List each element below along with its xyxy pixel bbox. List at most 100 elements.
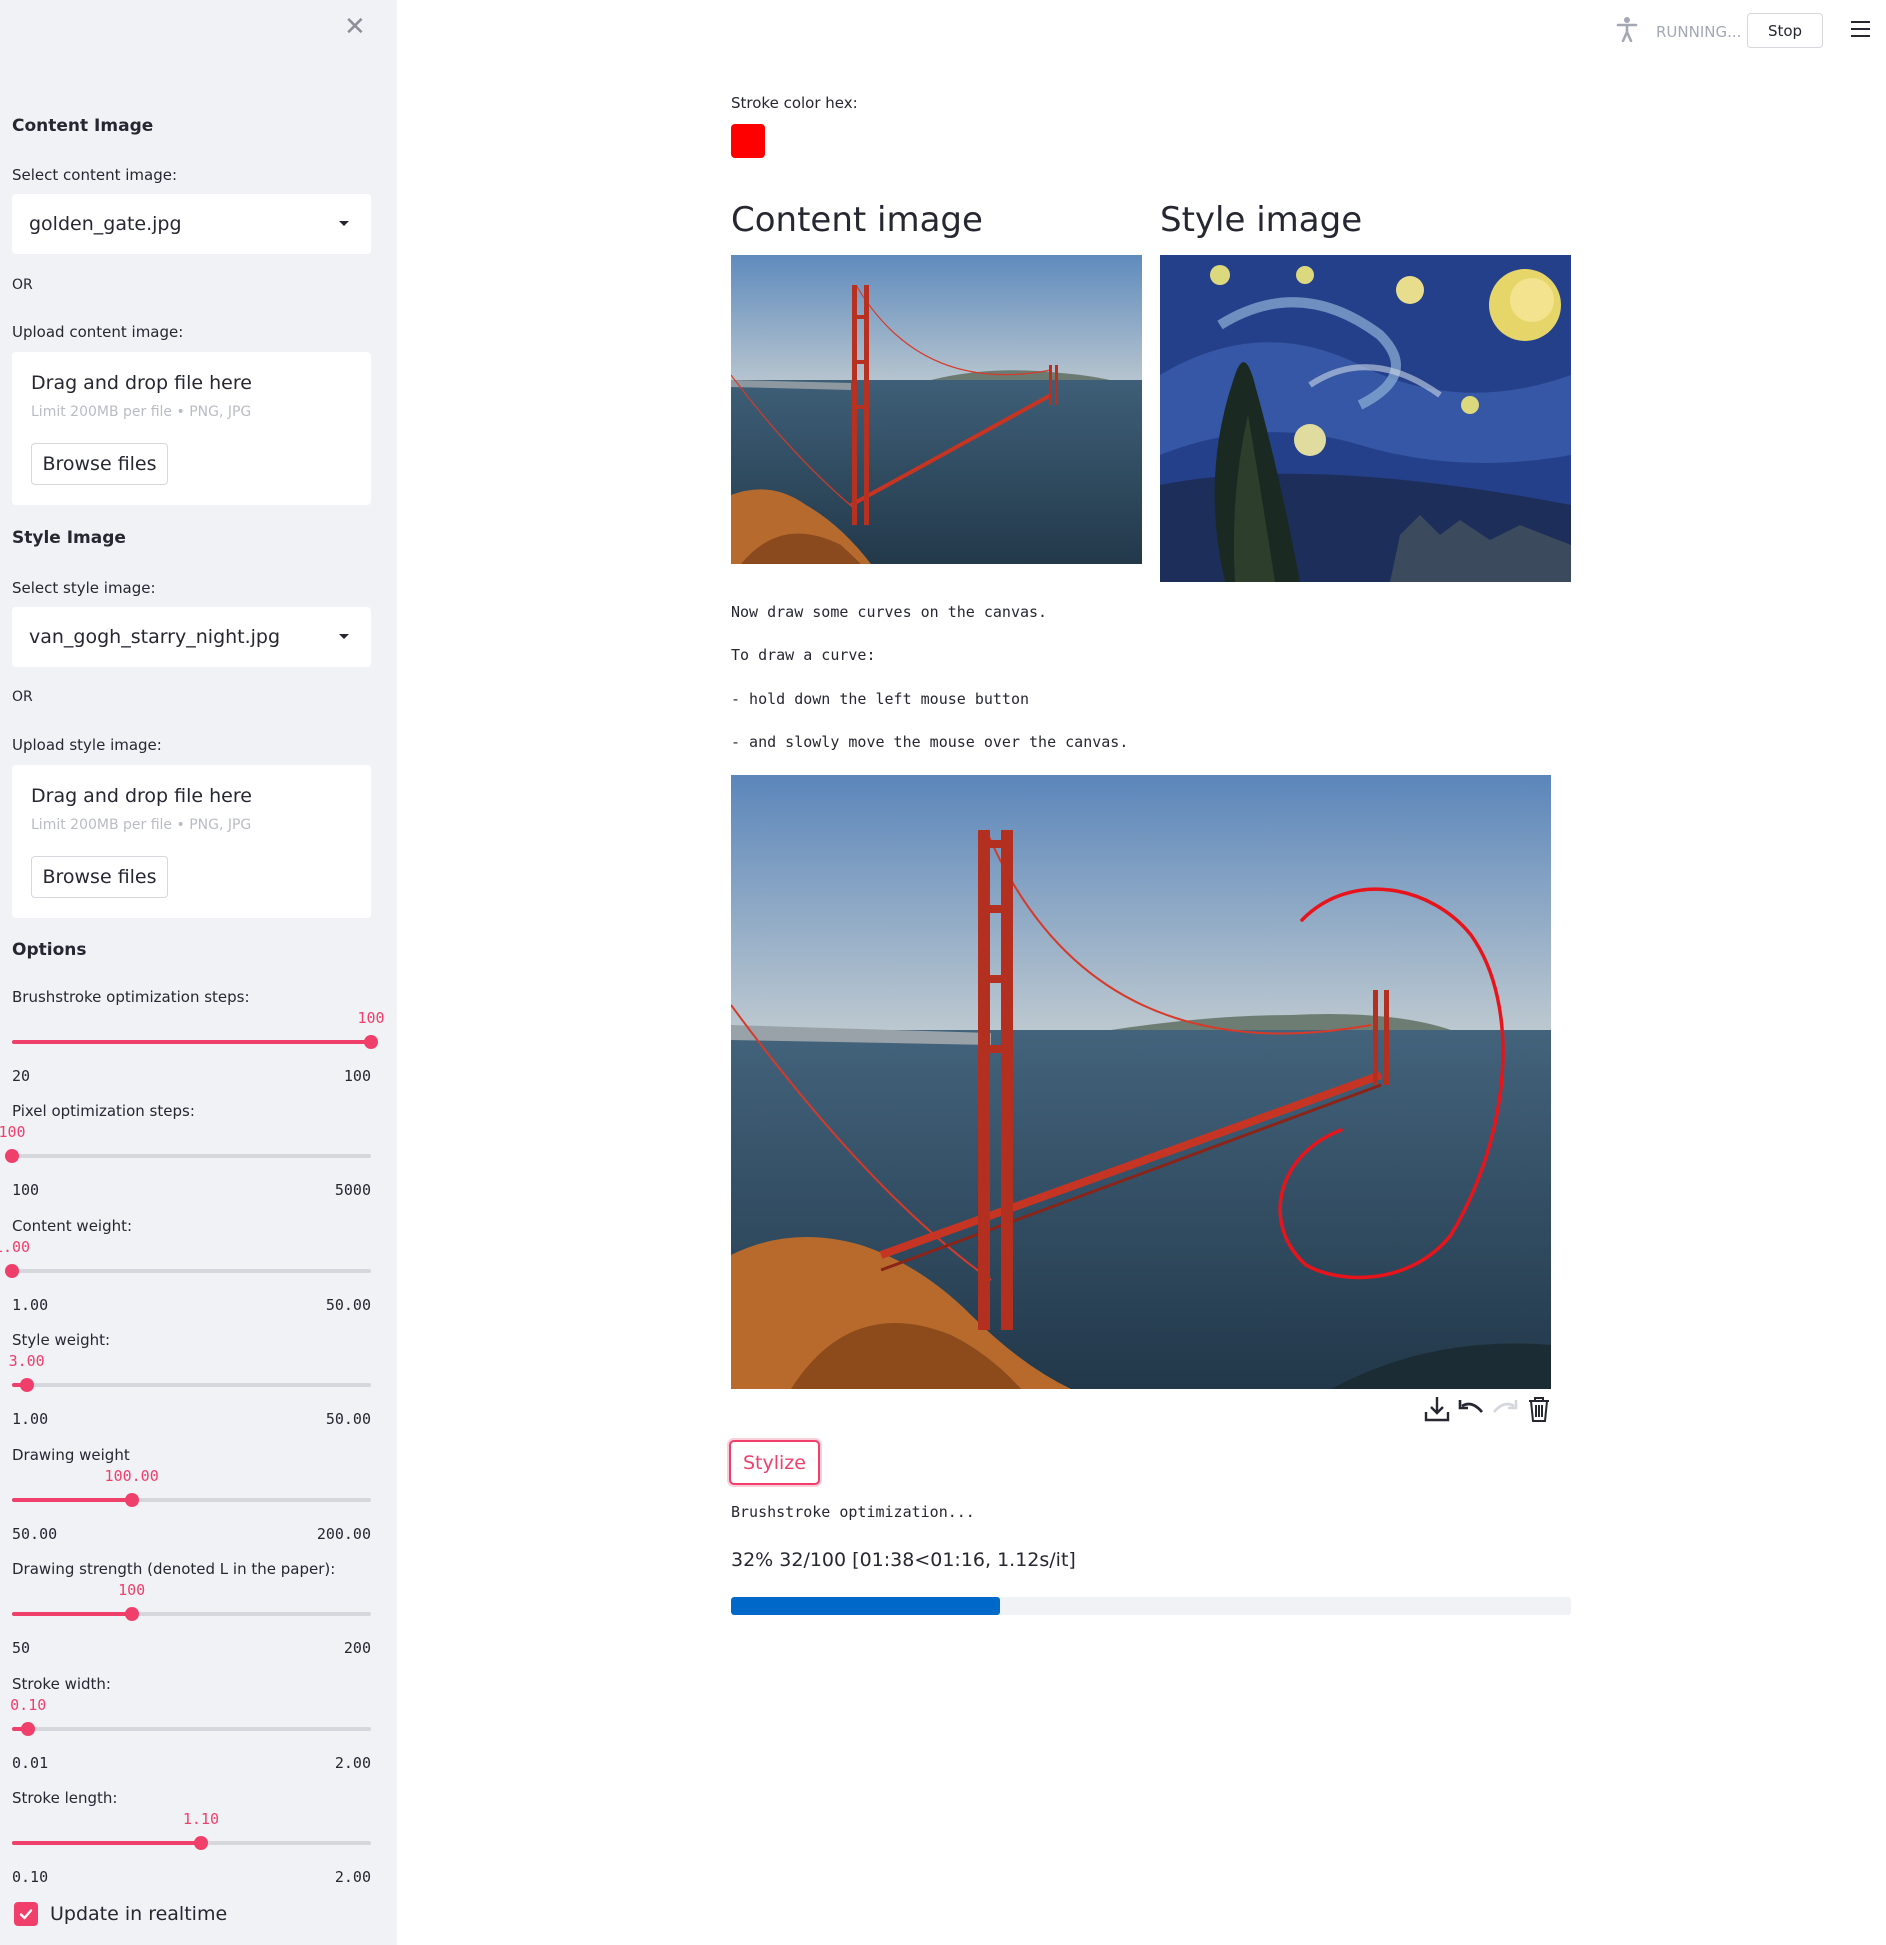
slider-thumb[interactable] [124,1607,139,1621]
stop-button[interactable]: Stop [1747,13,1823,48]
slider-value: 100 [0,1123,26,1141]
slider-range: 1.00 50.00 [12,1296,371,1314]
slider-thumb[interactable] [193,1836,208,1850]
browse-files-button[interactable]: Browse files [31,443,168,485]
slider-thumb[interactable] [124,1493,139,1507]
progress-bar-fill [731,1597,1000,1615]
select-style-label: Select style image: [12,579,156,597]
content-image-title: Content image [731,200,983,240]
slider-thumb[interactable] [5,1264,19,1278]
slider-value: 1.10 [182,1810,219,1828]
close-sidebar-icon[interactable]: ✕ [344,14,366,40]
browse-files-button[interactable]: Browse files [31,856,168,898]
slider[interactable]: 3.00 [9,1352,371,1395]
slider[interactable]: 1.10 [12,1810,371,1853]
slider-track[interactable] [12,1727,371,1731]
running-person-icon [1615,16,1639,43]
slider-range: 0.10 2.00 [12,1868,371,1886]
slider-label: Stroke width: [12,1675,111,1693]
instruction-line: - hold down the left mouse button [731,690,1030,708]
slider-track[interactable] [12,1383,371,1387]
slider-fill [12,1612,132,1616]
slider-min: 20 [12,1067,31,1085]
slider-value: 100.00 [104,1467,159,1485]
slider[interactable]: 1.00 [0,1238,371,1281]
stroke-color-picker[interactable] [731,124,765,158]
hamburger-menu-icon[interactable] [1851,21,1870,37]
slider-min: 1.00 [12,1296,49,1314]
slider[interactable]: 100 [0,1123,371,1166]
slider-fill [12,1841,201,1845]
update-realtime-checkbox[interactable]: Update in realtime [14,1902,227,1926]
slider-range: 0.01 2.00 [12,1754,371,1772]
style-image-select-value: van_gogh_starry_night.jpg [29,626,281,648]
slider-label: Style weight: [12,1331,111,1349]
slider-max: 50.00 [325,1296,371,1314]
checkmark-icon [14,1902,38,1926]
slider-label: Drawing strength (denoted L in the paper… [12,1560,336,1578]
style-file-uploader[interactable]: Drag and drop file here Limit 200MB per … [12,765,371,918]
slider[interactable]: 100 [12,1581,371,1624]
or-label: OR [12,689,33,705]
slider[interactable]: 0.10 [10,1696,371,1739]
slider-fill [12,1498,132,1502]
slider-max: 5000 [334,1181,371,1199]
slider-max: 2.00 [334,1868,371,1886]
slider-range: 50.00 200.00 [12,1525,371,1543]
dropzone-title: Drag and drop file here [31,785,252,807]
style-image [1160,255,1571,582]
options-heading: Options [12,940,87,960]
style-image-heading: Style Image [12,528,126,548]
slider-min: 50 [12,1639,31,1657]
content-file-uploader[interactable]: Drag and drop file here Limit 200MB per … [12,352,371,505]
slider-track[interactable] [12,1154,371,1158]
slider-max: 50.00 [325,1410,371,1428]
content-image [731,255,1142,564]
slider-thumb[interactable] [19,1378,34,1392]
content-image-select[interactable]: golden_gate.jpg [12,194,371,254]
slider-value: 3.00 [8,1352,45,1370]
slider-label: Content weight: [12,1217,133,1235]
slider-max: 100 [343,1067,371,1085]
slider-label: Brushstroke optimization steps: [12,988,250,1006]
slider-track[interactable] [12,1269,371,1273]
download-icon[interactable] [1422,1394,1452,1424]
progress-bar [731,1597,1571,1615]
upload-content-label: Upload content image: [12,323,184,341]
slider-value: 0.10 [10,1696,47,1714]
drawing-canvas[interactable] [731,775,1551,1389]
slider-value: 1.00 [0,1238,31,1256]
style-image-select[interactable]: van_gogh_starry_night.jpg [12,607,371,667]
slider[interactable]: 100 [12,1009,385,1052]
slider-fill [12,1040,371,1044]
slider-min: 50.00 [12,1525,58,1543]
redo-icon[interactable] [1490,1394,1520,1424]
slider-max: 2.00 [334,1754,371,1772]
stylize-button[interactable]: Stylize [729,1440,820,1485]
progress-text: 32% 32/100 [01:38<01:16, 1.12s/it] [731,1549,1076,1571]
slider-min: 1.00 [12,1410,49,1428]
select-content-label: Select content image: [12,166,178,184]
dropzone-limit: Limit 200MB per file • PNG, JPG [31,404,252,420]
trash-icon[interactable] [1524,1394,1554,1424]
slider-min: 0.10 [12,1868,49,1886]
slider-label: Stroke length: [12,1789,118,1807]
chevron-down-icon [339,634,349,639]
slider-range: 50 200 [12,1639,371,1657]
slider-label: Drawing weight [12,1446,130,1464]
content-image-select-value: golden_gate.jpg [29,213,182,235]
slider-thumb[interactable] [364,1035,378,1049]
slider[interactable]: 100.00 [12,1467,371,1510]
status-text: Brushstroke optimization... [731,1503,975,1521]
undo-icon[interactable] [1456,1394,1486,1424]
slider-thumb[interactable] [5,1149,19,1163]
slider-thumb[interactable] [21,1722,36,1736]
slider-min: 100 [12,1181,40,1199]
style-image-title: Style image [1160,200,1363,240]
slider-range: 1.00 50.00 [12,1410,371,1428]
slider-max: 200.00 [316,1525,371,1543]
canvas-toolbar [1422,1394,1554,1424]
instruction-line: - and slowly move the mouse over the can… [731,733,1129,751]
dropzone-limit: Limit 200MB per file • PNG, JPG [31,817,252,833]
slider-max: 200 [343,1639,371,1657]
